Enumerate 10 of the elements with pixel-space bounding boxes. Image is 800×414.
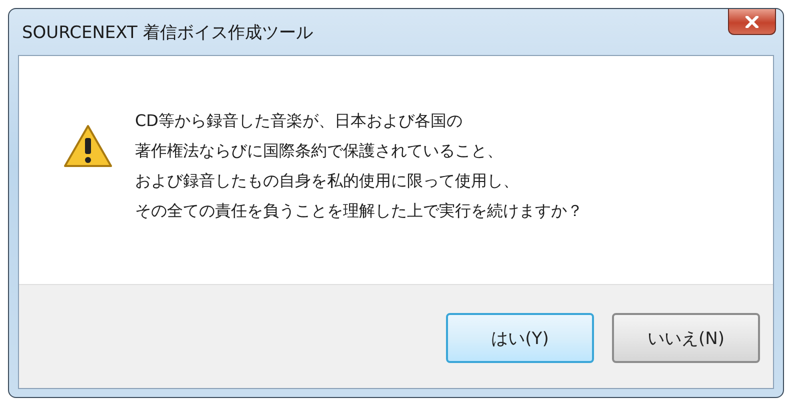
- message-text: 著作権法ならびに国際条約で保護されていること、: [135, 140, 504, 162]
- dialog-button[interactable]: いいえ(N): [612, 313, 760, 363]
- message-text: CD等から録音した音楽が、日本および各国の: [135, 110, 464, 132]
- window-title: SOURCENEXT 着信ボイス作成ツール: [22, 22, 313, 44]
- close-icon: [745, 16, 759, 28]
- dialog-button[interactable]: はい(Y): [446, 313, 594, 363]
- message-text: および録音したもの自身を私的使用に限って使用し、: [135, 170, 520, 192]
- message-text: その全ての責任を負うことを理解した上で実行を続けますか？: [135, 200, 583, 222]
- warning-icon: [63, 124, 113, 168]
- close-button[interactable]: [728, 9, 776, 35]
